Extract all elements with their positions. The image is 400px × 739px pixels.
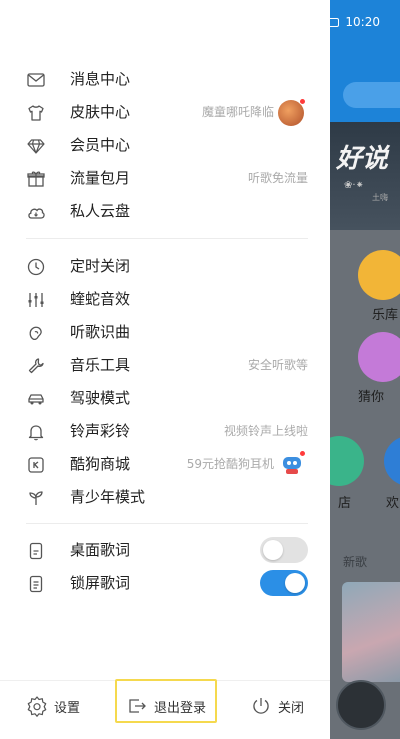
clock-icon — [26, 257, 46, 277]
menu-item-messages[interactable]: 消息中心 — [0, 63, 330, 96]
menu-label: 铃声彩铃 — [70, 422, 131, 440]
menu-label: 消息中心 — [70, 70, 131, 88]
menu-label: 听歌识曲 — [70, 323, 131, 341]
toggle-knob — [263, 540, 283, 560]
menu-item-cloud-drive[interactable]: 私人云盘 — [0, 195, 330, 228]
menu-hint: 59元抢酷狗耳机 — [186, 457, 274, 471]
toggle-knob — [285, 573, 305, 593]
logout-highlight-frame — [115, 679, 217, 723]
bg-search-bar — [343, 82, 400, 108]
menu-item-vip[interactable]: 会员中心 — [0, 129, 330, 162]
menu-item-song-recognition[interactable]: 听歌识曲 — [0, 316, 330, 349]
bg-banner-sub2: 土嗨 — [372, 193, 388, 202]
mail-icon — [26, 70, 46, 90]
car-icon — [26, 389, 46, 409]
menu-label: 驾驶模式 — [70, 389, 131, 407]
lockscreen-lyrics-icon — [26, 574, 46, 594]
menu-item-timer[interactable]: 定时关闭 — [0, 250, 330, 283]
bg-song-card — [342, 582, 400, 682]
tshirt-icon — [26, 103, 46, 123]
menu-item-sound-effects[interactable]: 蝰蛇音效 — [0, 283, 330, 316]
bg-tile-label: 欢 — [386, 496, 400, 511]
menu-hint: 视频铃声上线啦 — [223, 424, 308, 438]
bg-banner-title: 好说 — [336, 144, 389, 174]
settings-label: 设置 — [54, 700, 81, 716]
status-time: 10:20 — [345, 15, 380, 29]
menu-label: 皮肤中心 — [70, 103, 131, 121]
wrench-icon — [26, 356, 46, 376]
menu-label: 锁屏歌词 — [70, 574, 131, 592]
bg-disc-icon — [336, 680, 386, 730]
menu-label: 青少年模式 — [70, 488, 146, 506]
store-icon — [26, 455, 46, 475]
menu-item-ringtones[interactable]: 铃声彩铃 视频铃声上线啦 — [0, 415, 330, 448]
divider — [26, 238, 308, 239]
bg-tile-label: 猜你 — [358, 390, 385, 405]
cloud-icon — [26, 202, 46, 222]
bg-tile-music-icon — [358, 250, 400, 300]
menu-label: 酷狗商城 — [70, 455, 131, 473]
menu-item-lockscreen-lyrics: 锁屏歌词 — [0, 567, 330, 600]
menu-label: 流量包月 — [70, 169, 131, 187]
diamond-icon — [26, 136, 46, 156]
menu-hint: 听歌免流量 — [247, 171, 308, 185]
menu-hint: 安全听歌等 — [247, 358, 308, 372]
menu-label: 私人云盘 — [70, 202, 131, 220]
lockscreen-lyrics-toggle[interactable] — [260, 570, 308, 596]
phone-lyrics-icon — [26, 541, 46, 561]
bg-tile-guess-icon — [358, 332, 400, 382]
bg-banner-sub: ❀·⁕ — [344, 180, 364, 191]
recognize-icon — [26, 323, 46, 343]
menu-label: 蝰蛇音效 — [70, 290, 131, 308]
equalizer-icon — [26, 290, 46, 310]
menu-item-skin[interactable]: 皮肤中心 魔童哪吒降临 — [0, 96, 330, 129]
menu-item-teen-mode[interactable]: 青少年模式 — [0, 481, 330, 514]
divider — [26, 523, 308, 524]
settings-button[interactable]: 设置 — [26, 681, 80, 731]
menu-item-desktop-lyrics: 桌面歌词 — [0, 534, 330, 567]
power-icon — [250, 695, 272, 717]
menu-item-driving-mode[interactable]: 驾驶模式 — [0, 382, 330, 415]
sprout-icon — [26, 488, 46, 508]
gift-icon — [26, 169, 46, 189]
menu-hint: 魔童哪吒降临 — [201, 105, 274, 119]
menu-label: 桌面歌词 — [70, 541, 131, 559]
gear-icon — [26, 695, 48, 717]
red-dot-badge — [299, 98, 306, 105]
bg-section-label: 新歌 — [343, 555, 368, 569]
menu-item-data-plan[interactable]: 流量包月 听歌免流量 — [0, 162, 330, 195]
bg-tile-label: 店 — [338, 496, 352, 511]
menu-label: 音乐工具 — [70, 356, 131, 374]
menu-label: 定时关闭 — [70, 257, 131, 275]
bell-icon — [26, 422, 46, 442]
menu-item-store[interactable]: 酷狗商城 59元抢酷狗耳机 — [0, 448, 330, 481]
close-button[interactable]: 关闭 — [250, 681, 304, 731]
desktop-lyrics-toggle[interactable] — [260, 537, 308, 563]
menu-item-music-tools[interactable]: 音乐工具 安全听歌等 — [0, 349, 330, 382]
menu-label: 会员中心 — [70, 136, 131, 154]
close-label: 关闭 — [278, 700, 305, 716]
bg-tile-label: 乐库 — [372, 308, 399, 323]
red-dot-badge — [299, 450, 306, 457]
side-drawer: 消息中心 皮肤中心 魔童哪吒降临 会员中心 流量包月 听歌免流量 私人云盘 定时… — [0, 0, 330, 739]
